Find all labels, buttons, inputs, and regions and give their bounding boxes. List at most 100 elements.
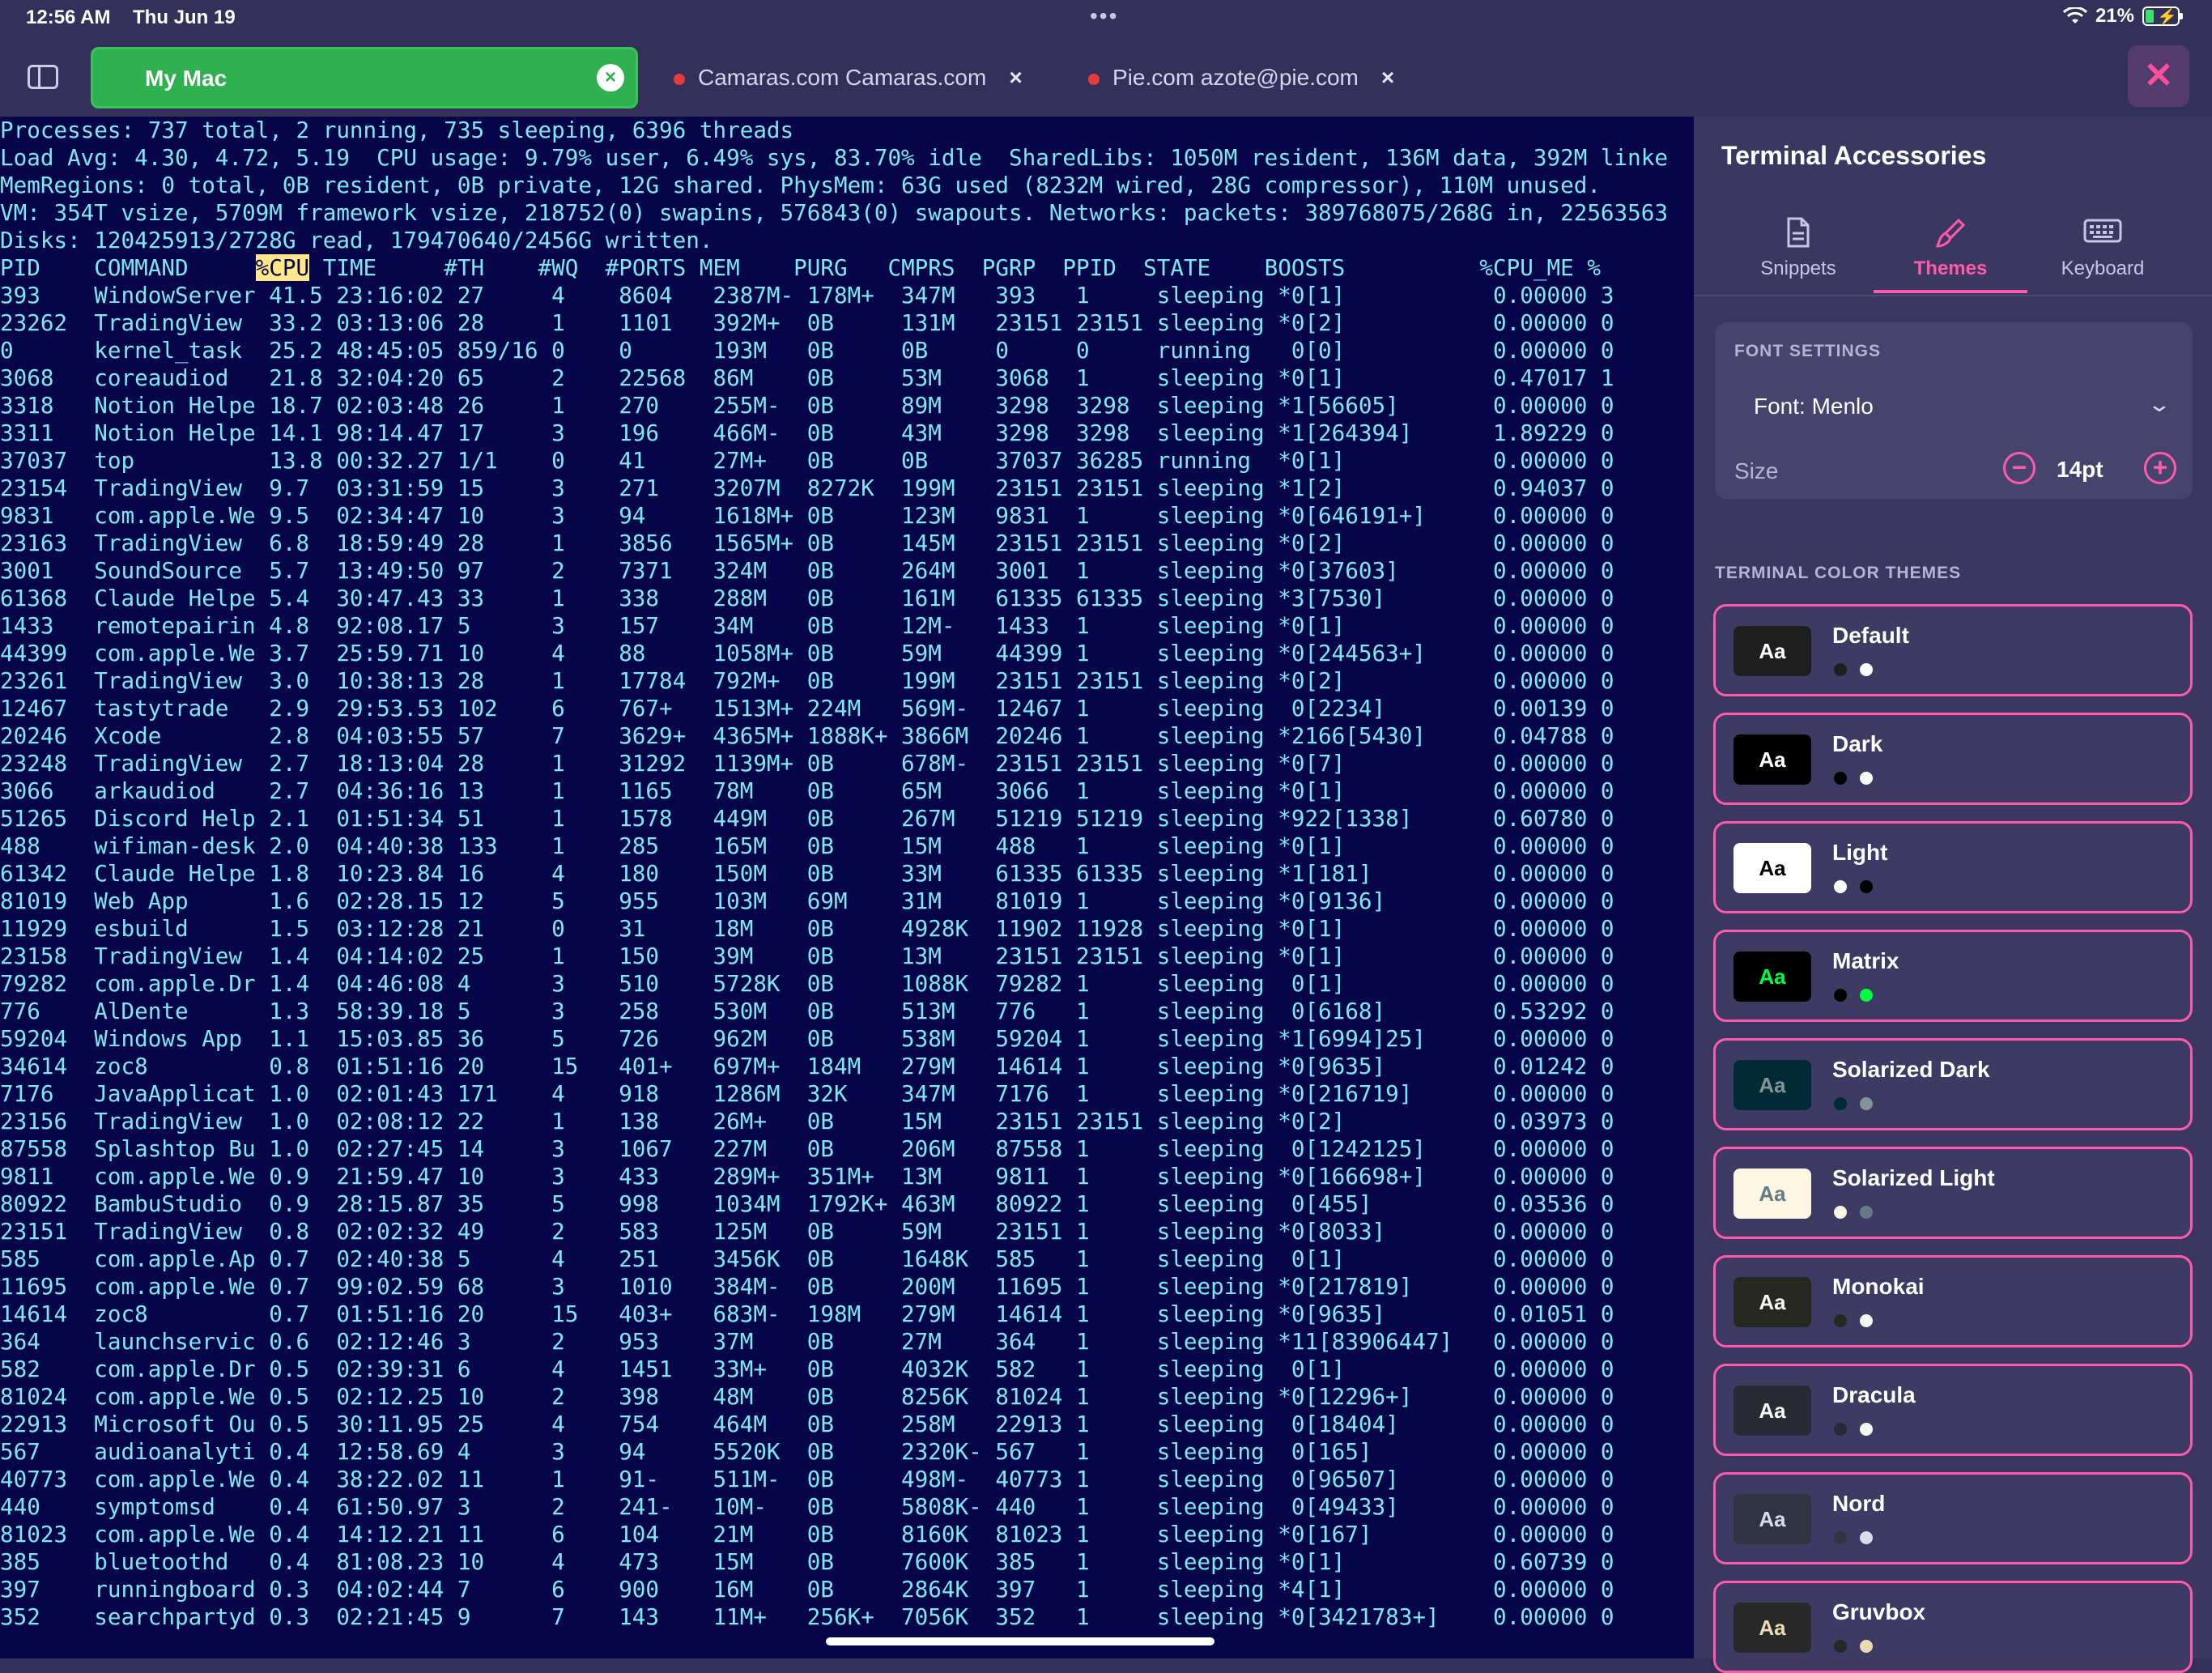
background-color-dot: [1834, 1206, 1847, 1219]
status-right: 21% ⚡: [2062, 5, 2183, 28]
theme-swatch: Aa: [1733, 1386, 1811, 1436]
column-header-right: TIME #TH #WQ #PORTS MEM PURG CMPRS PGRP …: [309, 254, 1601, 281]
background-color-dot: [1834, 989, 1847, 1002]
theme-option[interactable]: Aa Solarized Dark: [1713, 1038, 2193, 1130]
theme-swatch: Aa: [1733, 1060, 1811, 1110]
background-color-dot: [1834, 1423, 1847, 1436]
tab-keyboard[interactable]: Keyboard: [2026, 217, 2180, 280]
tab-snippets-label: Snippets: [1760, 258, 1836, 279]
theme-swatch: Aa: [1733, 1169, 1811, 1219]
tab-themes-label: Themes: [1913, 258, 1988, 279]
foreground-color-dot: [1860, 1423, 1873, 1436]
document-icon: [1721, 217, 1875, 253]
theme-swatch: Aa: [1733, 734, 1811, 785]
theme-option[interactable]: Aa Gruvbox: [1713, 1581, 2193, 1673]
background-color-dot: [1834, 1097, 1847, 1110]
theme-option[interactable]: Aa Dracula: [1713, 1364, 2193, 1456]
theme-name: Matrix: [1832, 948, 1899, 973]
battery-icon: ⚡: [2142, 6, 2183, 26]
font-select[interactable]: Font: Menlo: [1754, 394, 1874, 419]
status-bar: 12:56 AM Thu Jun 19 ••• 21% ⚡: [0, 0, 2212, 37]
tab-label: Pie.com azote@pie.com: [1112, 65, 1359, 90]
theme-swatch: Aa: [1733, 1494, 1811, 1544]
theme-name: Dark: [1832, 731, 1883, 756]
decrease-size-button[interactable]: −: [2003, 452, 2035, 484]
foreground-color-dot: [1860, 989, 1873, 1002]
foreground-color-dot: [1860, 1097, 1873, 1110]
sidebar-toggle-icon[interactable]: [28, 65, 58, 89]
theme-name: Gruvbox: [1832, 1599, 1926, 1624]
theme-name: Default: [1832, 623, 1909, 648]
themes-heading: TERMINAL COLOR THEMES: [1715, 564, 1962, 582]
tab-camaras[interactable]: Camaras.com Camaras.com ×: [674, 65, 1023, 91]
foreground-color-dot: [1860, 772, 1873, 785]
size-label: Size: [1734, 458, 1779, 483]
active-tab-indicator: [1874, 290, 2027, 293]
theme-swatch: Aa: [1733, 1603, 1811, 1653]
theme-name: Dracula: [1832, 1382, 1916, 1407]
background-color-dot: [1834, 1531, 1847, 1544]
background-color-dot: [1834, 772, 1847, 785]
sort-column-cpu: %CPU: [255, 254, 310, 281]
foreground-color-dot: [1860, 1206, 1873, 1219]
theme-option[interactable]: Aa Matrix: [1713, 930, 2193, 1022]
close-tab-icon[interactable]: ×: [1381, 65, 1394, 90]
theme-option[interactable]: Aa Default: [1713, 604, 2193, 696]
accessory-tabs: Snippets Themes Keyboard: [1694, 198, 2212, 296]
theme-swatch: Aa: [1733, 1277, 1811, 1327]
tab-themes[interactable]: Themes: [1874, 217, 2027, 280]
keyboard-icon: [2026, 217, 2180, 253]
background-color-dot: [1834, 663, 1847, 676]
theme-option[interactable]: Aa Solarized Light: [1713, 1147, 2193, 1239]
background-color-dot: [1834, 1640, 1847, 1653]
tab-label: My Mac: [145, 66, 228, 91]
status-time: 12:56 AM: [26, 6, 111, 28]
chevron-down-icon[interactable]: ⌄: [2147, 392, 2172, 417]
close-panel-button[interactable]: ✕: [2128, 45, 2189, 107]
theme-name: Light: [1832, 840, 1888, 865]
tab-pie[interactable]: Pie.com azote@pie.com ×: [1088, 65, 1394, 91]
foreground-color-dot: [1860, 1314, 1873, 1327]
theme-option[interactable]: Aa Monokai: [1713, 1255, 2193, 1347]
theme-name: Solarized Light: [1832, 1165, 1995, 1190]
column-header-left: PID COMMAND: [0, 254, 256, 281]
tab-label: Camaras.com Camaras.com: [698, 65, 987, 90]
foreground-color-dot: [1860, 663, 1873, 676]
disconnected-status-icon: [1088, 73, 1100, 85]
background-color-dot: [1834, 880, 1847, 893]
close-tab-icon[interactable]: ×: [1009, 65, 1022, 90]
panel-title: Terminal Accessories: [1721, 141, 1987, 170]
theme-swatch: Aa: [1733, 626, 1811, 676]
theme-swatch: Aa: [1733, 951, 1811, 1002]
foreground-color-dot: [1860, 1640, 1873, 1653]
foreground-color-dot: [1860, 880, 1873, 893]
home-indicator[interactable]: [826, 1637, 1214, 1645]
tab-snippets[interactable]: Snippets: [1721, 217, 1875, 280]
status-date: Thu Jun 19: [133, 6, 236, 28]
theme-option[interactable]: Aa Light: [1713, 821, 2193, 913]
tab-my-mac[interactable]: My Mac ×: [91, 47, 638, 109]
theme-option[interactable]: Aa Dark: [1713, 713, 2193, 805]
theme-name: Monokai: [1832, 1274, 1925, 1299]
column-headers: PID COMMAND %CPU TIME #TH #WQ #PORTS MEM…: [0, 254, 1694, 282]
theme-swatch: Aa: [1733, 843, 1811, 893]
brush-icon: [1874, 217, 2027, 253]
session-tab-bar: My Mac × Camaras.com Camaras.com × Pie.co…: [0, 37, 2212, 117]
font-settings-card: FONT SETTINGS Font: Menlo ⌄ Size − 14pt …: [1715, 322, 2193, 499]
close-tab-icon[interactable]: ×: [597, 64, 624, 92]
terminal-accessories-panel: Terminal Accessories Snippets Themes Key…: [1694, 117, 2212, 1673]
font-size-value: 14pt: [2057, 457, 2104, 482]
theme-option[interactable]: Aa Nord: [1713, 1472, 2193, 1564]
increase-size-button[interactable]: +: [2144, 452, 2176, 484]
wifi-icon: [2062, 7, 2087, 25]
multitasking-dots[interactable]: •••: [1090, 3, 1118, 29]
foreground-color-dot: [1860, 1531, 1873, 1544]
theme-name: Nord: [1832, 1491, 1886, 1516]
terminal-output[interactable]: Processes: 737 total, 2 running, 735 sle…: [0, 117, 1694, 1658]
tab-keyboard-label: Keyboard: [2061, 258, 2145, 279]
process-rows: 393 WindowServer 41.5 23:16:02 27 4 8604…: [0, 282, 1614, 1630]
battery-percent: 21%: [2095, 5, 2134, 27]
top-summary: Processes: 737 total, 2 running, 735 sle…: [0, 117, 1668, 253]
disconnected-status-icon: [674, 73, 685, 85]
theme-name: Solarized Dark: [1832, 1057, 1990, 1082]
